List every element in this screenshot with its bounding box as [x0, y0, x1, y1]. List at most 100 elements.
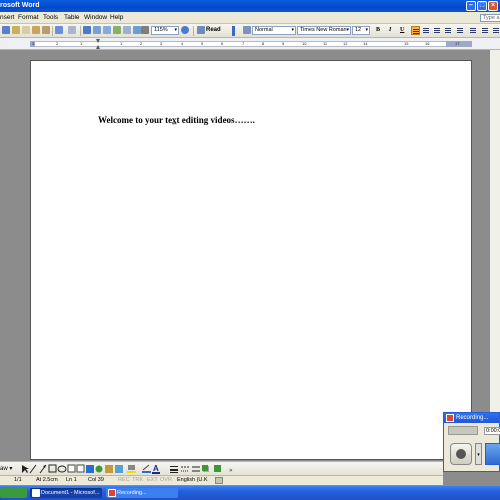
ruler-tick: 5: [201, 41, 204, 46]
font-select[interactable]: Times New Roman ▾: [297, 26, 351, 35]
toolbar-grip[interactable]: [232, 26, 235, 36]
start-button[interactable]: [0, 488, 27, 498]
menu-format[interactable]: Format: [18, 14, 39, 21]
underline-button[interactable]: U: [400, 27, 404, 33]
status-trk[interactable]: TRK: [132, 477, 143, 483]
show-hide-icon[interactable]: [141, 26, 149, 34]
arrow-icon[interactable]: [39, 464, 47, 474]
insert-table-icon[interactable]: [103, 26, 111, 34]
menu-insert[interactable]: nsert: [0, 14, 14, 21]
fill-color-icon[interactable]: [127, 465, 136, 473]
line-icon[interactable]: [29, 464, 37, 474]
font-size-select[interactable]: 12 ▾: [352, 26, 370, 35]
cut-icon[interactable]: [12, 26, 20, 34]
3d-style-icon[interactable]: [214, 465, 221, 472]
bold-button[interactable]: B: [376, 27, 380, 33]
insert-excel-icon[interactable]: [113, 26, 121, 34]
record-options-button[interactable]: ▾: [475, 443, 482, 465]
minimize-button[interactable]: –: [466, 1, 476, 11]
menu-tools[interactable]: Tools: [43, 14, 58, 21]
align-left-button[interactable]: [411, 26, 420, 35]
recording-title-bar[interactable]: Recording...: [444, 413, 499, 423]
drawing-toolbar: aw ▾ A »: [0, 461, 443, 475]
redo-icon[interactable]: [68, 26, 76, 34]
line-style-icon[interactable]: [170, 466, 178, 473]
document-text[interactable]: Welcome to your tex̲t editing videos…….: [98, 115, 255, 125]
font-size-value: 12: [355, 27, 362, 33]
drawing-icon[interactable]: [133, 26, 141, 34]
shadow-style-icon[interactable]: [202, 465, 209, 472]
vertical-scrollbar[interactable]: [490, 50, 500, 460]
styles-formatting-icon[interactable]: [243, 26, 251, 34]
ruler-tick: 3: [32, 41, 35, 46]
toolbar-separator: [193, 26, 194, 36]
document-page[interactable]: Welcome to your tex̲t editing videos…….: [30, 60, 472, 460]
status-language: English (U.K: [177, 477, 208, 483]
diagram-icon[interactable]: [95, 465, 103, 473]
font-color-icon[interactable]: A: [152, 464, 160, 474]
toolbar-options-icon[interactable]: »: [229, 467, 233, 474]
help-icon[interactable]: [181, 26, 189, 34]
read-icon[interactable]: [197, 26, 205, 34]
justify-icon: [445, 28, 451, 33]
status-position: At 2.5cm: [36, 477, 58, 483]
numbering-button[interactable]: [469, 26, 478, 35]
status-ext[interactable]: EXT: [147, 477, 158, 483]
select-objects-icon[interactable]: [22, 465, 29, 473]
text-box-icon[interactable]: [67, 464, 76, 473]
undo-icon[interactable]: [55, 26, 63, 34]
status-rec[interactable]: REC: [118, 477, 130, 483]
justify-button[interactable]: [444, 26, 453, 35]
style-select[interactable]: Normal ▾: [252, 26, 296, 35]
tables-borders-icon[interactable]: [93, 26, 101, 34]
close-button[interactable]: ×: [488, 1, 498, 11]
horizontal-ruler[interactable]: 3 2 1 1 2 3 4 5 6 7 8 9 10 11 12 14 15 1…: [0, 38, 500, 50]
ruler-tick: 17: [455, 41, 460, 46]
rectangle-icon[interactable]: [48, 464, 57, 473]
font-value: Times New Roman: [300, 27, 347, 33]
taskbar-item-label: Recording...: [117, 490, 147, 496]
columns-icon[interactable]: [123, 26, 131, 34]
copy-icon[interactable]: [22, 26, 30, 34]
line-color-icon[interactable]: [142, 464, 151, 473]
align-center-button[interactable]: [422, 26, 431, 35]
status-ovr[interactable]: OVR: [160, 477, 172, 483]
dash-style-icon[interactable]: [181, 466, 189, 472]
menu-window[interactable]: Window: [84, 14, 107, 21]
oval-icon[interactable]: [57, 465, 67, 473]
research-icon[interactable]: [2, 26, 10, 34]
chevron-down-icon: ▾: [365, 27, 368, 33]
format-painter-icon[interactable]: [42, 26, 50, 34]
svg-text:A: A: [153, 464, 159, 473]
taskbar-item-label: Document1 - Microsof...: [41, 490, 100, 496]
clip-art-icon[interactable]: [105, 465, 113, 473]
pause-button[interactable]: [485, 443, 500, 465]
ruler-indent-marker[interactable]: [96, 39, 100, 49]
menu-table[interactable]: Table: [64, 14, 80, 21]
taskbar-item-recording[interactable]: Recording...: [106, 488, 178, 498]
line-spacing-button[interactable]: [456, 26, 465, 35]
menu-help[interactable]: Help: [110, 14, 123, 21]
ruler-tick: 7: [242, 41, 245, 46]
ruler-tick: 2: [56, 41, 59, 46]
help-search-input[interactable]: Type a: [480, 14, 500, 22]
ruler-tick: 1: [80, 41, 83, 46]
vertical-text-box-icon[interactable]: [76, 464, 85, 473]
decrease-indent-button[interactable]: [492, 26, 500, 35]
ruler-tick: 8: [262, 41, 265, 46]
align-right-button[interactable]: [433, 26, 442, 35]
hyperlink-icon[interactable]: [83, 26, 91, 34]
maximize-button[interactable]: □: [477, 1, 487, 11]
picture-icon[interactable]: [115, 465, 123, 473]
zoom-select[interactable]: 115% ▾: [151, 26, 179, 35]
arrow-style-icon[interactable]: [192, 466, 200, 472]
italic-button[interactable]: I: [389, 27, 391, 33]
bullets-button[interactable]: [481, 26, 490, 35]
read-button[interactable]: Read: [206, 27, 221, 33]
taskbar-item-word[interactable]: Document1 - Microsof...: [30, 488, 102, 498]
paste-icon[interactable]: [32, 26, 40, 34]
spelling-status-icon[interactable]: [215, 477, 223, 484]
chevron-down-icon: ▾: [346, 27, 349, 33]
record-button[interactable]: [450, 443, 472, 465]
wordart-icon[interactable]: [86, 465, 94, 473]
